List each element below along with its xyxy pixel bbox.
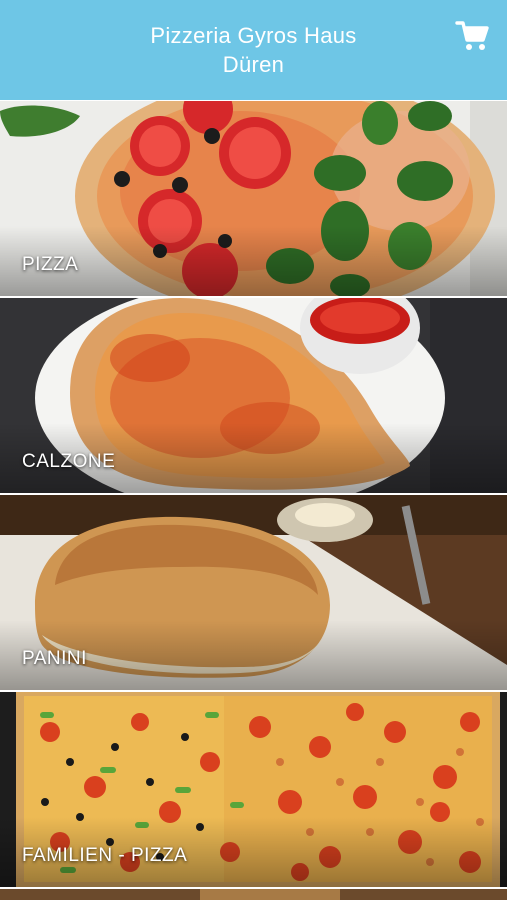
- category-list: PIZZA CALZONE PANINI FAMILIEN - PIZZA: [0, 101, 507, 900]
- category-tile-next[interactable]: [0, 889, 507, 900]
- title-line-2: Düren: [222, 52, 285, 77]
- category-label: PANINI: [22, 648, 87, 669]
- title-line-1: Pizzeria Gyros Haus: [150, 23, 357, 48]
- category-label: CALZONE: [22, 451, 116, 472]
- next-category-photo: [0, 889, 507, 900]
- category-tile-calzone[interactable]: CALZONE: [0, 298, 507, 493]
- app-header: Pizzeria Gyros Haus Düren: [0, 0, 507, 100]
- cart-icon: [455, 21, 489, 50]
- category-tile-familien-pizza[interactable]: FAMILIEN - PIZZA: [0, 692, 507, 887]
- category-tile-panini[interactable]: PANINI: [0, 495, 507, 690]
- restaurant-title: Pizzeria Gyros Haus Düren: [104, 21, 404, 79]
- app-screen: Pizzeria Gyros Haus Düren PIZZA CALZONE …: [0, 0, 507, 900]
- category-label: FAMILIEN - PIZZA: [22, 845, 188, 866]
- category-label: PIZZA: [22, 254, 79, 275]
- category-tile-pizza[interactable]: PIZZA: [0, 101, 507, 296]
- cart-button[interactable]: [455, 19, 489, 53]
